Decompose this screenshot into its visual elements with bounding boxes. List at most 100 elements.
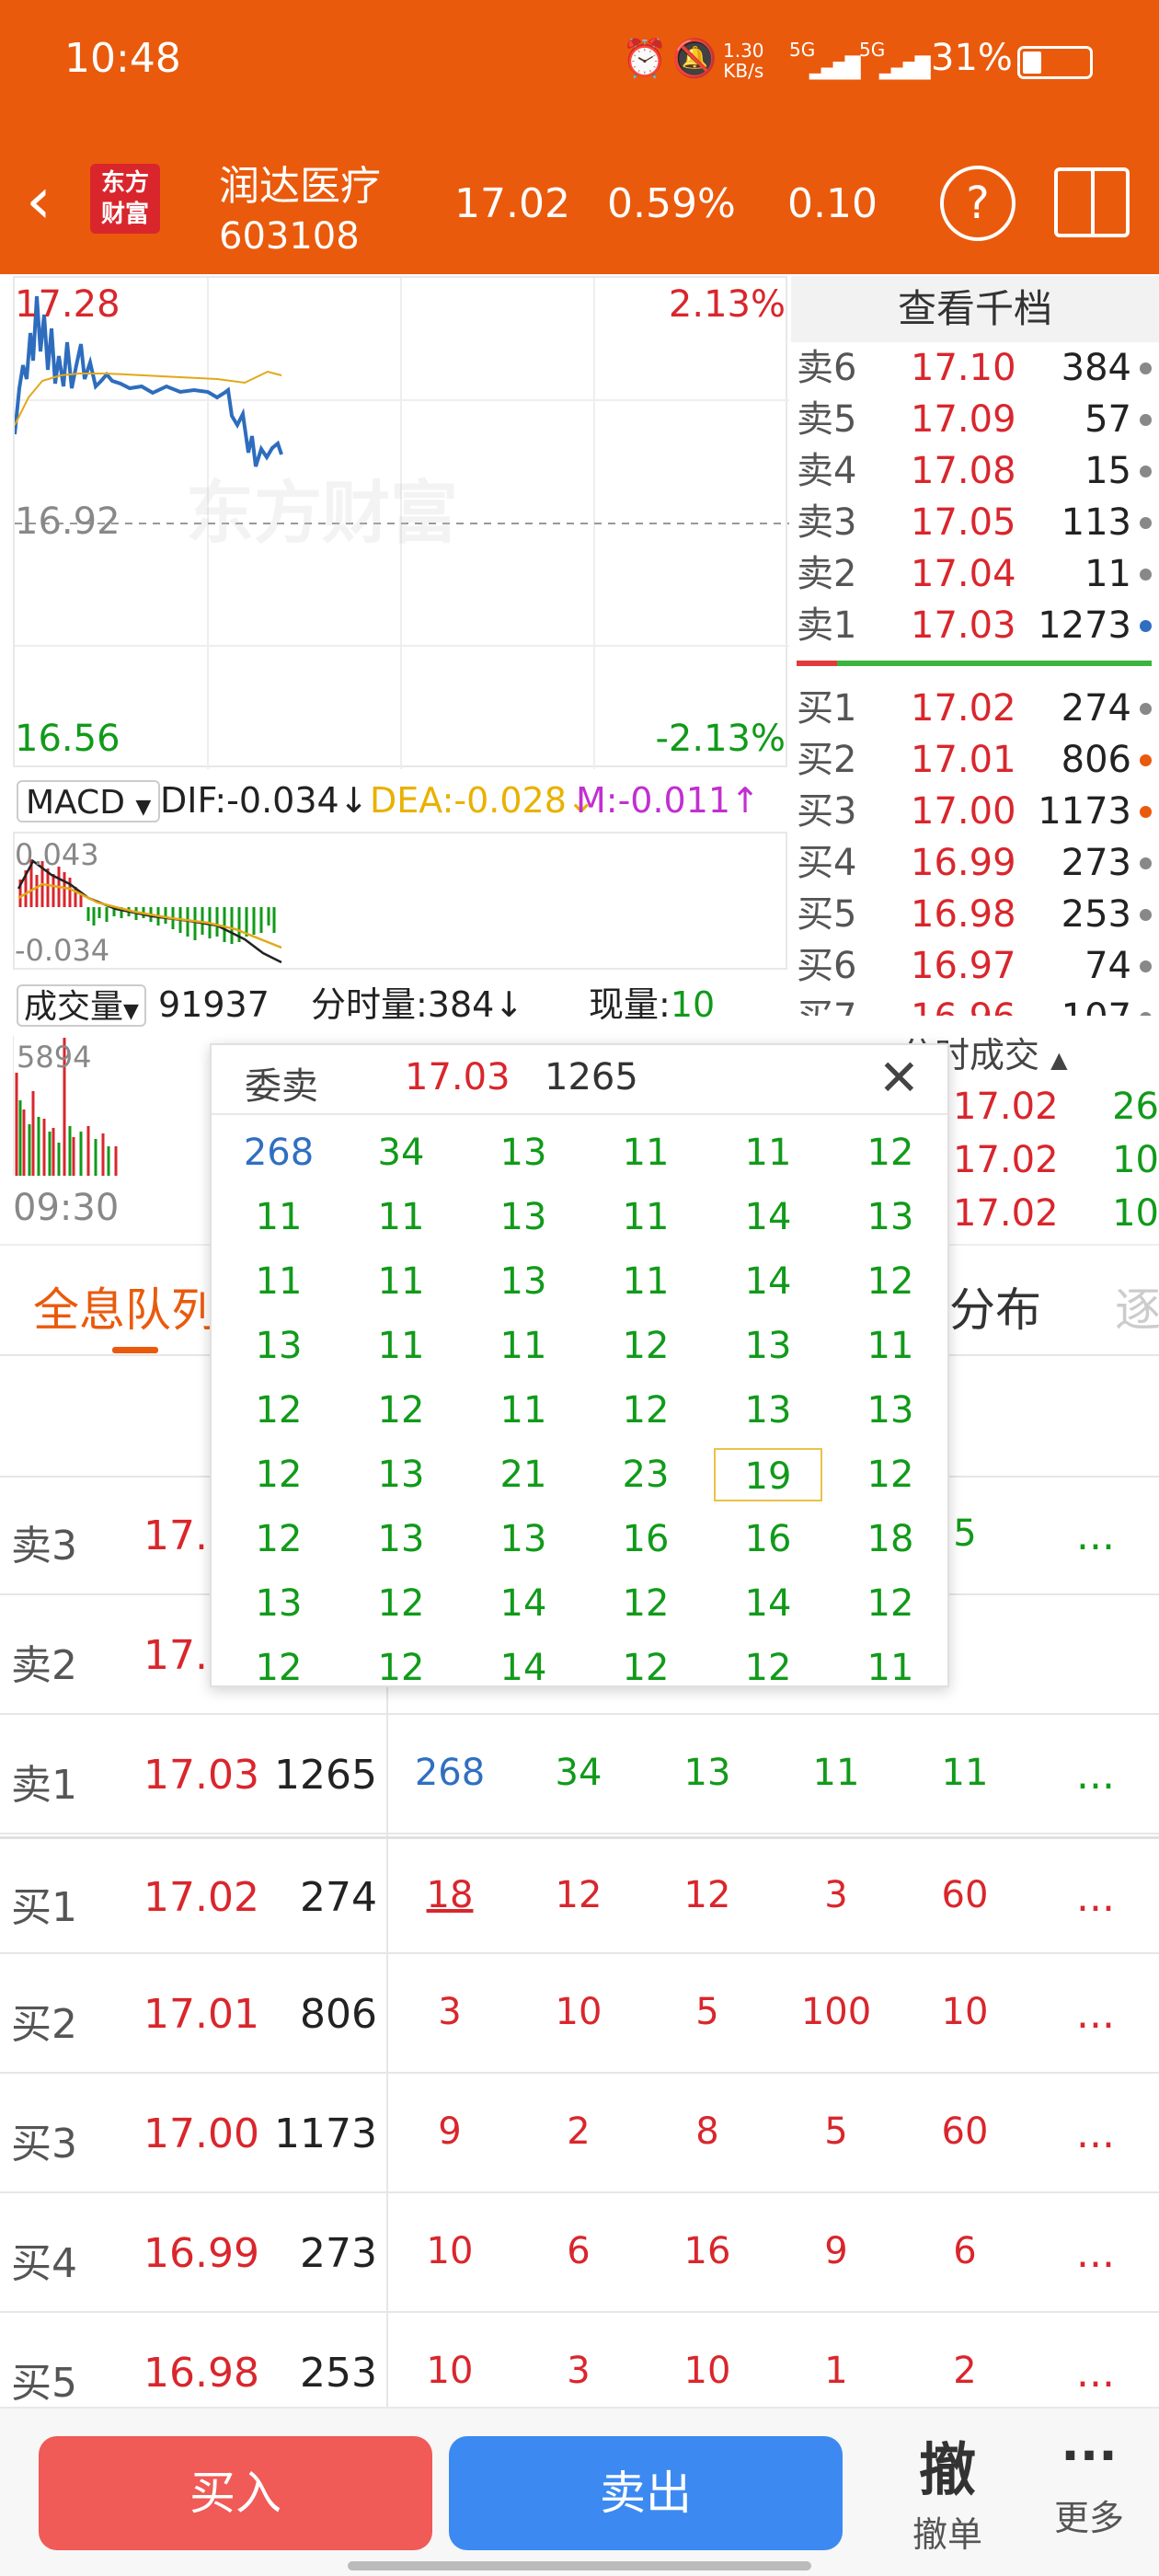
popup-order-cell[interactable]: 13: [217, 1577, 340, 1630]
queue-more-button[interactable]: ...: [1076, 1991, 1115, 2038]
popup-order-cell[interactable]: 13: [462, 1512, 585, 1566]
popup-order-cell[interactable]: 12: [217, 1641, 340, 1695]
popup-order-cell[interactable]: 13: [462, 1190, 585, 1244]
popup-order-cell[interactable]: 12: [584, 1319, 707, 1373]
popup-order-cell[interactable]: 13: [829, 1190, 952, 1244]
order-book-row[interactable]: 卖3 17.05 113: [793, 497, 1159, 548]
queue-order-cell[interactable]: 60: [903, 1874, 1027, 1916]
popup-order-cell[interactable]: 11: [584, 1126, 707, 1179]
popup-order-cell[interactable]: 13: [339, 1448, 463, 1501]
queue-order-cell[interactable]: 5: [646, 1991, 769, 2033]
tab-distribution[interactable]: 分布: [949, 1273, 1041, 1340]
popup-order-cell[interactable]: 13: [462, 1255, 585, 1308]
popup-order-cell[interactable]: 12: [829, 1255, 952, 1308]
popup-order-cell[interactable]: 12: [217, 1384, 340, 1437]
order-book-row[interactable]: 卖1 17.03 1273: [793, 600, 1159, 651]
popup-order-cell[interactable]: 13: [829, 1384, 952, 1437]
buy-button[interactable]: 买入: [39, 2436, 432, 2550]
popup-order-cell[interactable]: 11: [217, 1255, 340, 1308]
queue-order-cell[interactable]: 10: [517, 1991, 640, 2033]
queue-order-cell[interactable]: 2: [903, 2350, 1027, 2392]
queue-order-cell[interactable]: 16: [646, 2230, 769, 2272]
popup-order-cell[interactable]: 21: [462, 1448, 585, 1501]
volume-selector[interactable]: 成交量▼: [17, 984, 146, 1027]
order-book-row[interactable]: 卖6 17.10 384: [793, 342, 1159, 394]
queue-row[interactable]: 买3 17.00 1173 9 2 8 5 60...: [0, 2076, 1159, 2193]
popup-order-cell[interactable]: 12: [217, 1448, 340, 1501]
order-book-row[interactable]: 买4 16.99 273: [793, 837, 1159, 889]
queue-order-cell[interactable]: 3: [775, 1874, 898, 1916]
popup-order-cell[interactable]: 11: [217, 1190, 340, 1244]
queue-order-cell[interactable]: 5: [775, 2110, 898, 2153]
order-book-row[interactable]: 买2 17.01 806: [793, 734, 1159, 786]
popup-order-cell[interactable]: 12: [706, 1641, 830, 1695]
back-button[interactable]: ‹: [26, 164, 52, 237]
order-book-row[interactable]: 买6 16.97 74: [793, 940, 1159, 992]
popup-order-cell[interactable]: 12: [829, 1126, 952, 1179]
queue-order-cell[interactable]: 1: [775, 2350, 898, 2392]
popup-order-cell[interactable]: 18: [829, 1512, 952, 1566]
popup-order-cell[interactable]: 14: [462, 1577, 585, 1630]
popup-order-cell[interactable]: 13: [217, 1319, 340, 1373]
queue-order-cell[interactable]: 10: [903, 1991, 1027, 2033]
popup-order-cell[interactable]: 12: [829, 1577, 952, 1630]
order-book-row[interactable]: 买7 16.96 107: [793, 992, 1159, 1016]
queue-order-cell[interactable]: 10: [388, 2350, 511, 2392]
tab-next[interactable]: 逐: [1115, 1273, 1159, 1340]
popup-order-cell[interactable]: 11: [339, 1319, 463, 1373]
popup-order-cell[interactable]: 11: [339, 1190, 463, 1244]
queue-order-cell[interactable]: 3: [388, 1991, 511, 2033]
popup-order-cell[interactable]: 12: [217, 1512, 340, 1566]
queue-order-cell[interactable]: 6: [903, 2230, 1027, 2272]
view-depth-button[interactable]: 查看千档: [791, 276, 1159, 342]
popup-order-cell[interactable]: 12: [339, 1641, 463, 1695]
queue-order-cell[interactable]: 11: [903, 1752, 1027, 1794]
order-book-row[interactable]: 买3 17.00 1173: [793, 786, 1159, 837]
queue-row[interactable]: 卖1 17.03 1265 268 34 13 11 11...: [0, 1717, 1159, 1834]
queue-order-cell[interactable]: 100: [775, 1991, 898, 2033]
popup-order-cell[interactable]: 12: [339, 1384, 463, 1437]
order-book-row[interactable]: 卖2 17.04 11: [793, 548, 1159, 600]
popup-order-cell[interactable]: 14: [706, 1190, 830, 1244]
popup-order-cell[interactable]: 14: [462, 1641, 585, 1695]
popup-order-cell[interactable]: 11: [462, 1384, 585, 1437]
queue-order-cell[interactable]: 34: [517, 1752, 640, 1794]
switch-layout-icon[interactable]: [1054, 167, 1130, 237]
popup-order-cell[interactable]: 13: [339, 1512, 463, 1566]
queue-order-cell[interactable]: 12: [517, 1874, 640, 1916]
popup-order-cell[interactable]: 268: [217, 1126, 340, 1179]
popup-order-cell[interactable]: 23: [584, 1448, 707, 1501]
cancel-order-button[interactable]: 撤 撤单: [883, 2423, 1012, 2557]
more-button[interactable]: ··· 更多: [1025, 2423, 1153, 2540]
intraday-chart[interactable]: 17.28 2.13% 16.92 16.56 -2.13% 东方财富: [13, 276, 789, 769]
help-button[interactable]: ?: [940, 166, 1016, 241]
close-icon[interactable]: ✕: [878, 1049, 920, 1107]
queue-order-cell[interactable]: 10: [646, 2350, 769, 2392]
popup-order-cell[interactable]: 12: [829, 1448, 952, 1501]
popup-order-cell[interactable]: 14: [706, 1577, 830, 1630]
queue-more-button[interactable]: ...: [1076, 1874, 1115, 1921]
queue-order-cell[interactable]: 6: [517, 2230, 640, 2272]
popup-order-cell[interactable]: 16: [584, 1512, 707, 1566]
queue-order-cell[interactable]: 18: [388, 1874, 511, 1916]
queue-row[interactable]: 买1 17.02 274 18 12 12 3 60...: [0, 1836, 1159, 1954]
popup-order-cell[interactable]: 12: [339, 1577, 463, 1630]
queue-order-cell[interactable]: 60: [903, 2110, 1027, 2153]
order-book-row[interactable]: 卖5 17.09 57: [793, 394, 1159, 445]
queue-order-cell[interactable]: 13: [646, 1752, 769, 1794]
queue-order-cell[interactable]: 9: [775, 2230, 898, 2272]
queue-order-cell[interactable]: 268: [388, 1752, 511, 1794]
macd-selector[interactable]: MACD ▼: [17, 780, 161, 822]
queue-more-button[interactable]: ...: [1076, 2350, 1115, 2397]
popup-order-cell[interactable]: 11: [584, 1255, 707, 1308]
queue-row[interactable]: 买4 16.99 273 10 6 16 9 6...: [0, 2195, 1159, 2313]
order-book-row[interactable]: 买5 16.98 253: [793, 889, 1159, 940]
popup-order-cell[interactable]: 11: [706, 1126, 830, 1179]
popup-order-cell[interactable]: 12: [584, 1577, 707, 1630]
queue-order-cell[interactable]: 8: [646, 2110, 769, 2153]
popup-order-cell[interactable]: 13: [706, 1319, 830, 1373]
queue-more-button[interactable]: ...: [1076, 2110, 1115, 2157]
queue-order-cell[interactable]: 10: [388, 2230, 511, 2272]
popup-order-cell[interactable]: 11: [339, 1255, 463, 1308]
queue-order-cell[interactable]: 3: [517, 2350, 640, 2392]
